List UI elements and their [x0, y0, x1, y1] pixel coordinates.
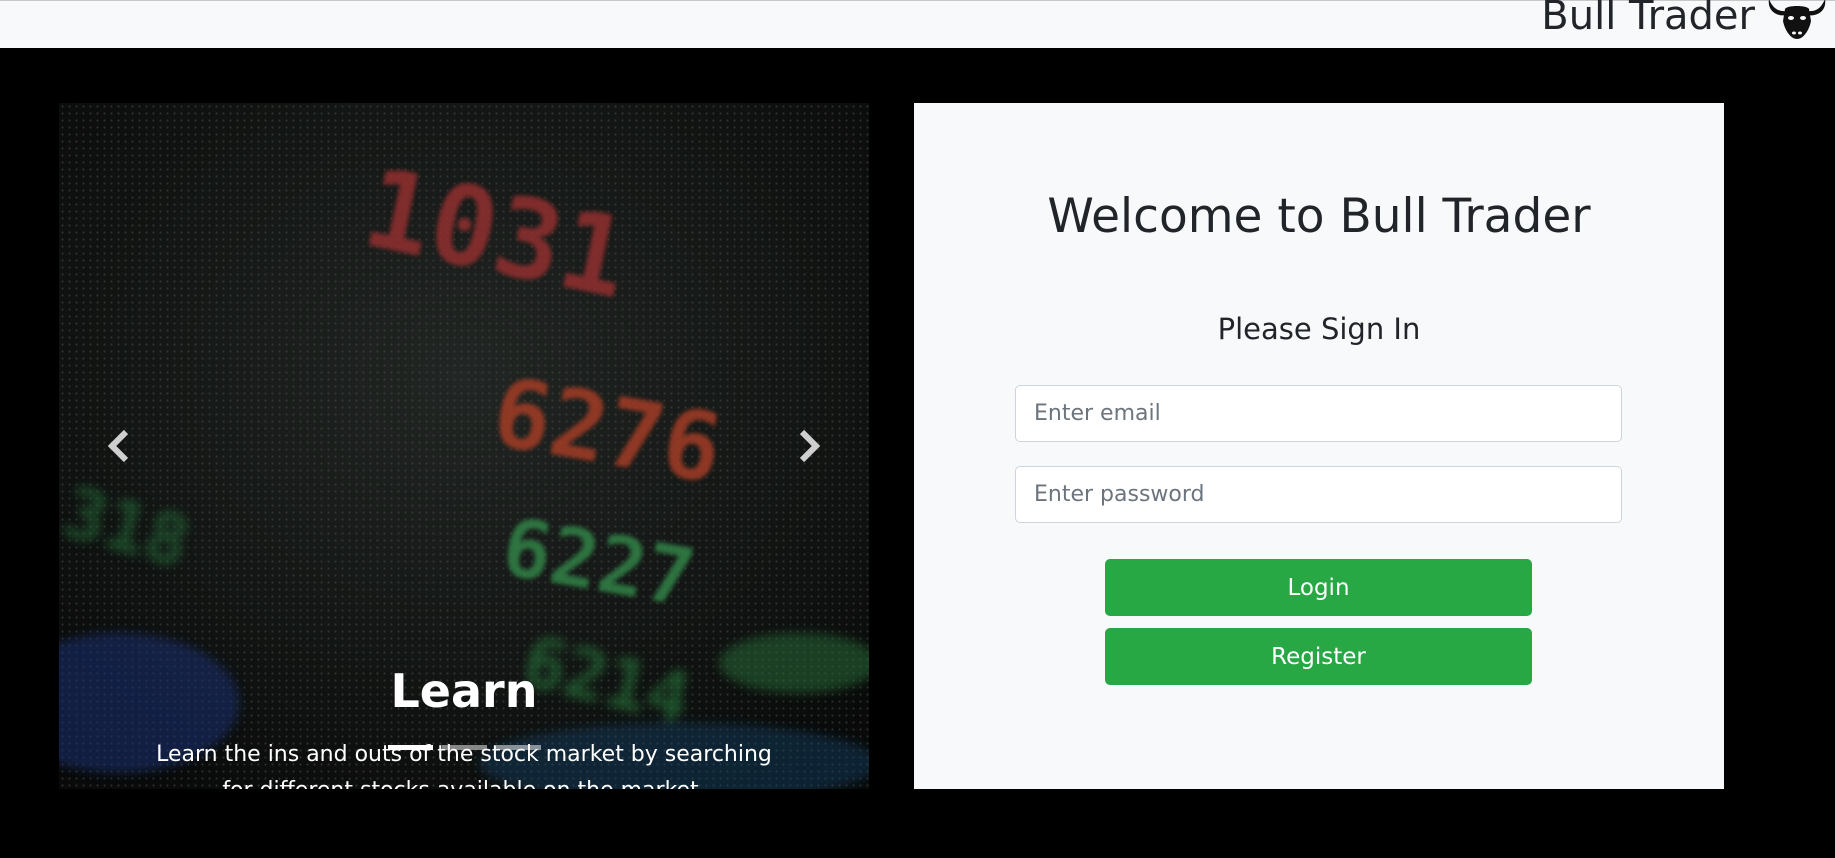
register-button[interactable]: Register [1105, 628, 1532, 685]
chevron-right-icon [799, 429, 821, 463]
carousel-caption: Learn Learn the ins and outs of the stoc… [59, 663, 869, 789]
navbar-brand[interactable]: Bull Trader [1541, 0, 1829, 41]
bull-head-icon [1768, 0, 1826, 39]
carousel-indicators [59, 745, 869, 750]
sign-in-subheading: Please Sign In [1217, 312, 1421, 346]
navbar: Bull Trader [0, 0, 1835, 48]
login-card: Welcome to Bull Trader Please Sign In Lo… [914, 103, 1724, 789]
carousel-indicator-3[interactable] [495, 745, 541, 750]
carousel-indicator-2[interactable] [441, 745, 487, 750]
welcome-heading: Welcome to Bull Trader [1047, 189, 1591, 244]
email-field[interactable] [1015, 385, 1622, 442]
brand-title[interactable]: Bull Trader [1541, 0, 1755, 41]
login-button[interactable]: Login [1105, 559, 1532, 616]
password-field[interactable] [1015, 466, 1622, 523]
slide-title: Learn [390, 664, 538, 718]
chevron-left-icon [107, 429, 129, 463]
carousel-indicator-1[interactable] [387, 745, 433, 750]
image-carousel[interactable]: 1031 6276 6227 6214 318 Learn Learn the … [59, 103, 869, 789]
